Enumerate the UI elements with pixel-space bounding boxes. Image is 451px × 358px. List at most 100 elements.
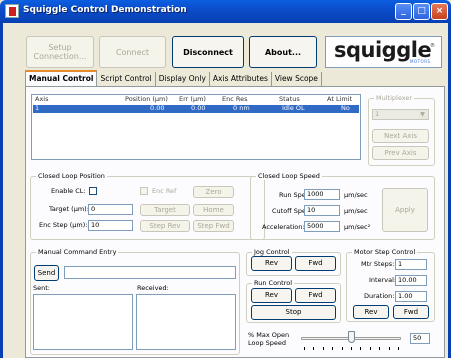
enable-cl-label: Enable CL: — [51, 187, 86, 195]
slider-tick — [379, 347, 381, 350]
prev-axis-label: Prev Axis — [384, 148, 417, 157]
setup-connection-label: Setup Connection... — [33, 43, 87, 61]
zero-button[interactable]: Zero — [193, 186, 234, 198]
cutoff-speed-unit: µm/sec — [344, 207, 368, 215]
send-label: Send — [37, 268, 56, 277]
target-button-label: Target — [154, 205, 176, 214]
run-speed-unit: µm/sec — [344, 191, 368, 199]
slider-tick — [332, 347, 334, 350]
next-axis-button[interactable]: Next Axis — [372, 129, 429, 143]
title-bar: Squiggle Control Demonstration _ □ × — [0, 0, 451, 23]
table-cell-err: 0.00 — [191, 104, 206, 112]
step-rev-motor-button[interactable]: Rev — [353, 305, 389, 319]
mtr-steps-input[interactable]: 1 — [395, 259, 427, 270]
logo-sub: MOTORS — [410, 59, 431, 64]
run-rev-button[interactable]: Rev — [251, 288, 292, 303]
enc-step-label: Enc Step (µm): — [39, 221, 88, 229]
jog-rev-button[interactable]: Rev — [251, 256, 292, 271]
slider-tick — [369, 347, 371, 350]
multiplexer-select[interactable]: 1 ▼ — [372, 109, 429, 120]
close-button[interactable]: × — [431, 3, 448, 20]
home-label: Home — [203, 205, 224, 214]
jog-fwd-label: Fwd — [308, 259, 323, 267]
open-loop-speed-label-line1: % Max Open — [248, 331, 290, 339]
interval-input[interactable]: 10.00 — [395, 275, 427, 286]
open-loop-speed-value[interactable]: 50 — [410, 333, 430, 344]
run-fwd-label: Fwd — [308, 291, 323, 299]
enc-ref-checkbox[interactable] — [140, 187, 148, 195]
closed-loop-speed-label: Closed Loop Speed — [256, 172, 322, 180]
cutoff-speed-input[interactable]: 10 — [304, 205, 340, 216]
command-input[interactable] — [64, 266, 236, 279]
next-axis-label: Next Axis — [383, 131, 418, 140]
tab-view-scope[interactable]: View Scope — [272, 72, 322, 86]
logo-reg: ® — [430, 43, 435, 49]
slider-tick — [341, 347, 343, 350]
multiplexer-label: Multiplexer — [374, 94, 415, 102]
target-input[interactable]: 0 — [88, 204, 133, 215]
multiplexer-selected-value: 1 — [375, 110, 380, 118]
step-fwd-motor-label: Fwd — [403, 307, 419, 316]
enable-cl-checkbox[interactable] — [89, 187, 97, 195]
step-fwd-label: Step Fwd — [197, 221, 230, 230]
window-title: Squiggle Control Demonstration — [23, 5, 187, 15]
chevron-down-icon[interactable]: ▼ — [418, 110, 427, 119]
app-icon — [5, 4, 19, 18]
run-fwd-button[interactable]: Fwd — [295, 288, 336, 303]
window-frame-left — [0, 23, 3, 358]
enc-ref-label: Enc Ref — [152, 187, 177, 195]
jog-fwd-button[interactable]: Fwd — [295, 256, 336, 271]
step-rev-button[interactable]: Step Rev — [140, 220, 190, 232]
minimize-button[interactable]: _ — [395, 3, 412, 20]
stop-label: Stop — [285, 308, 302, 316]
slider-tick — [388, 347, 390, 350]
step-fwd-motor-button[interactable]: Fwd — [393, 305, 429, 319]
sent-textarea[interactable] — [33, 294, 133, 350]
manual-command-label: Manual Command Entry — [36, 248, 119, 256]
jog-control-label: Jog Control — [252, 248, 292, 256]
send-button[interactable]: Send — [34, 265, 59, 281]
zero-label: Zero — [205, 187, 222, 196]
received-textarea[interactable] — [136, 294, 236, 350]
open-loop-speed-slider-thumb[interactable] — [347, 331, 355, 343]
run-control-label: Run Control — [252, 279, 295, 287]
received-label: Received: — [137, 284, 169, 292]
maximize-button[interactable]: □ — [413, 3, 430, 20]
slider-tick — [322, 347, 324, 350]
open-loop-speed-label: % Max Open Loop Speed — [248, 331, 289, 347]
step-rev-label: Step Rev — [149, 221, 181, 230]
table-cell-axis: 1 — [35, 104, 40, 112]
mtr-steps-label: Mtr Steps: — [361, 260, 395, 268]
table-cell-at-limit: No — [341, 104, 350, 112]
tab-axis-attributes[interactable]: Axis Attributes — [210, 72, 272, 86]
about-button[interactable]: About... — [249, 36, 317, 68]
tab-manual-control[interactable]: Manual Control — [25, 70, 98, 86]
step-rev-motor-label: Rev — [364, 307, 378, 316]
slider-tick — [351, 347, 352, 350]
tab-display-only[interactable]: Display Only — [156, 72, 210, 86]
slider-tick — [398, 347, 399, 350]
step-fwd-button[interactable]: Step Fwd — [193, 220, 234, 232]
target-button[interactable]: Target — [140, 204, 190, 216]
stop-button[interactable]: Stop — [251, 305, 336, 320]
connect-label: Connect — [115, 47, 150, 57]
acceleration-input[interactable]: 5000 — [304, 221, 340, 232]
tab-script-control[interactable]: Script Control — [97, 72, 156, 86]
slider-tick — [304, 347, 305, 350]
tab-bar: Manual Control Script Control Display On… — [25, 70, 322, 87]
table-cell-enc-res: 0 nm — [233, 104, 250, 112]
open-loop-speed-label-line2: Loop Speed — [248, 339, 287, 347]
interval-label: Interval: — [369, 276, 397, 284]
closed-loop-position-label: Closed Loop Position — [36, 172, 107, 180]
apply-button[interactable]: Apply — [382, 188, 428, 232]
prev-axis-button[interactable]: Prev Axis — [372, 146, 429, 160]
enc-step-input[interactable]: 10 — [88, 220, 133, 231]
home-button[interactable]: Home — [193, 204, 234, 216]
connect-button[interactable]: Connect — [99, 36, 166, 68]
duration-input[interactable]: 1.00 — [395, 291, 427, 302]
disconnect-button[interactable]: Disconnect — [172, 36, 244, 68]
setup-connection-button[interactable]: Setup Connection... — [26, 36, 94, 68]
axis-table[interactable]: Axis Position (µm) Err (µm) Enc Res Stat… — [31, 94, 361, 160]
run-speed-input[interactable]: 1000 — [304, 189, 340, 200]
jog-rev-label: Rev — [265, 259, 278, 267]
